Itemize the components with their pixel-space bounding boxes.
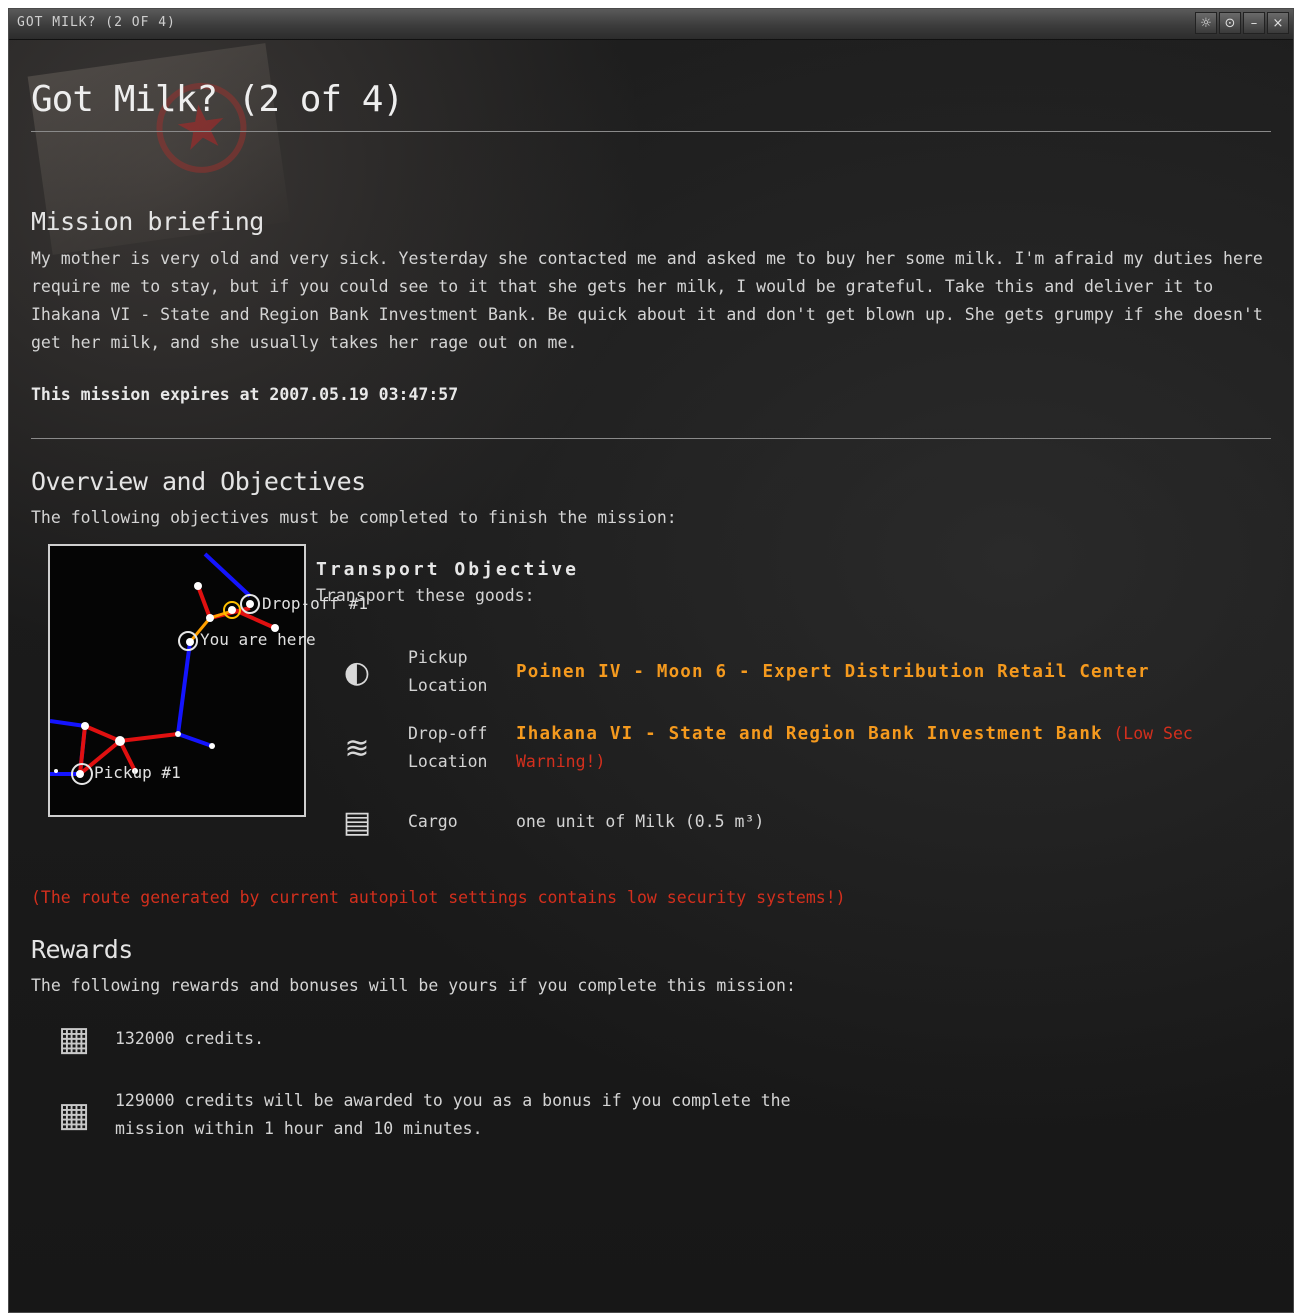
briefing-divider bbox=[31, 438, 1271, 439]
settings-icon[interactable]: ☼ bbox=[1195, 12, 1217, 34]
dropoff-location-link[interactable]: Ihakana VI - State and Region Bank Inves… bbox=[516, 724, 1103, 744]
route-warning: (The route generated by current autopilo… bbox=[31, 888, 846, 907]
dropoff-label: Drop-off Location bbox=[408, 724, 488, 771]
bonus-reward-row: ▦ 129000 credits will be awarded to you … bbox=[43, 1087, 795, 1143]
rewards-intro: The following rewards and bonuses will b… bbox=[31, 976, 796, 995]
map-label-here: You are here bbox=[200, 630, 316, 649]
reward-text: 132000 credits. bbox=[115, 1029, 265, 1048]
rewards-heading: Rewards bbox=[31, 935, 133, 964]
reward-row: ▦ 132000 credits. bbox=[43, 1011, 795, 1067]
overview-intro: The following objectives must be complet… bbox=[31, 508, 677, 527]
window-title: GOT MILK? (2 OF 4) bbox=[17, 15, 176, 30]
route-map[interactable]: Drop-off #1 You are here Pickup #1 bbox=[48, 544, 368, 817]
minimize-icon[interactable]: – bbox=[1243, 12, 1265, 34]
window-controls: ☼ ⊙ – × bbox=[1195, 12, 1289, 34]
isk-credits-icon: ▦ bbox=[57, 1019, 91, 1059]
mission-content: Got Milk? (2 of 4) Mission briefing My m… bbox=[31, 39, 1271, 1312]
overview-heading: Overview and Objectives bbox=[31, 467, 366, 496]
objective-title: Transport Objective bbox=[316, 559, 579, 580]
mission-title: Got Milk? (2 of 4) bbox=[31, 79, 404, 120]
cargo-label: Cargo bbox=[408, 812, 458, 831]
isk-credits-icon: ▦ bbox=[57, 1095, 91, 1135]
milk-carton-icon[interactable]: ▤ bbox=[331, 796, 383, 848]
bank-logo-icon[interactable]: ≋ bbox=[331, 722, 383, 774]
pickup-location-link[interactable]: Poinen IV - Moon 6 - Expert Distribution… bbox=[516, 658, 1276, 686]
window-titlebar[interactable]: GOT MILK? (2 OF 4) ☼ ⊙ – × bbox=[9, 9, 1293, 40]
pickup-label: Pickup Location bbox=[408, 648, 488, 695]
pickup-row: ◐ Pickup Location Poinen IV - Moon 6 - E… bbox=[331, 644, 1271, 700]
title-divider bbox=[31, 131, 1271, 132]
mission-expiry: This mission expires at 2007.05.19 03:47… bbox=[31, 385, 459, 404]
briefing-heading: Mission briefing bbox=[31, 207, 264, 236]
close-icon[interactable]: × bbox=[1267, 12, 1289, 34]
cargo-value: one unit of Milk (0.5 m³) bbox=[516, 812, 765, 831]
info-icon[interactable]: ⊙ bbox=[1219, 12, 1241, 34]
objective-subtitle: Transport these goods: bbox=[316, 586, 535, 605]
map-label-pickup: Pickup #1 bbox=[94, 763, 181, 782]
bonus-reward-text: 129000 credits will be awarded to you as… bbox=[115, 1091, 791, 1138]
dropoff-row: ≋ Drop-off Location Ihakana VI - State a… bbox=[331, 720, 1271, 776]
dropoff-value: Ihakana VI - State and Region Bank Inves… bbox=[516, 720, 1276, 776]
cargo-row: ▤ Cargo one unit of Milk (0.5 m³) bbox=[331, 794, 1271, 850]
briefing-text: My mother is very old and very sick. Yes… bbox=[31, 249, 1263, 352]
mission-window: GOT MILK? (2 OF 4) ☼ ⊙ – × ★ Got Milk? (… bbox=[8, 8, 1294, 1313]
corporation-logo-icon[interactable]: ◐ bbox=[331, 646, 383, 698]
